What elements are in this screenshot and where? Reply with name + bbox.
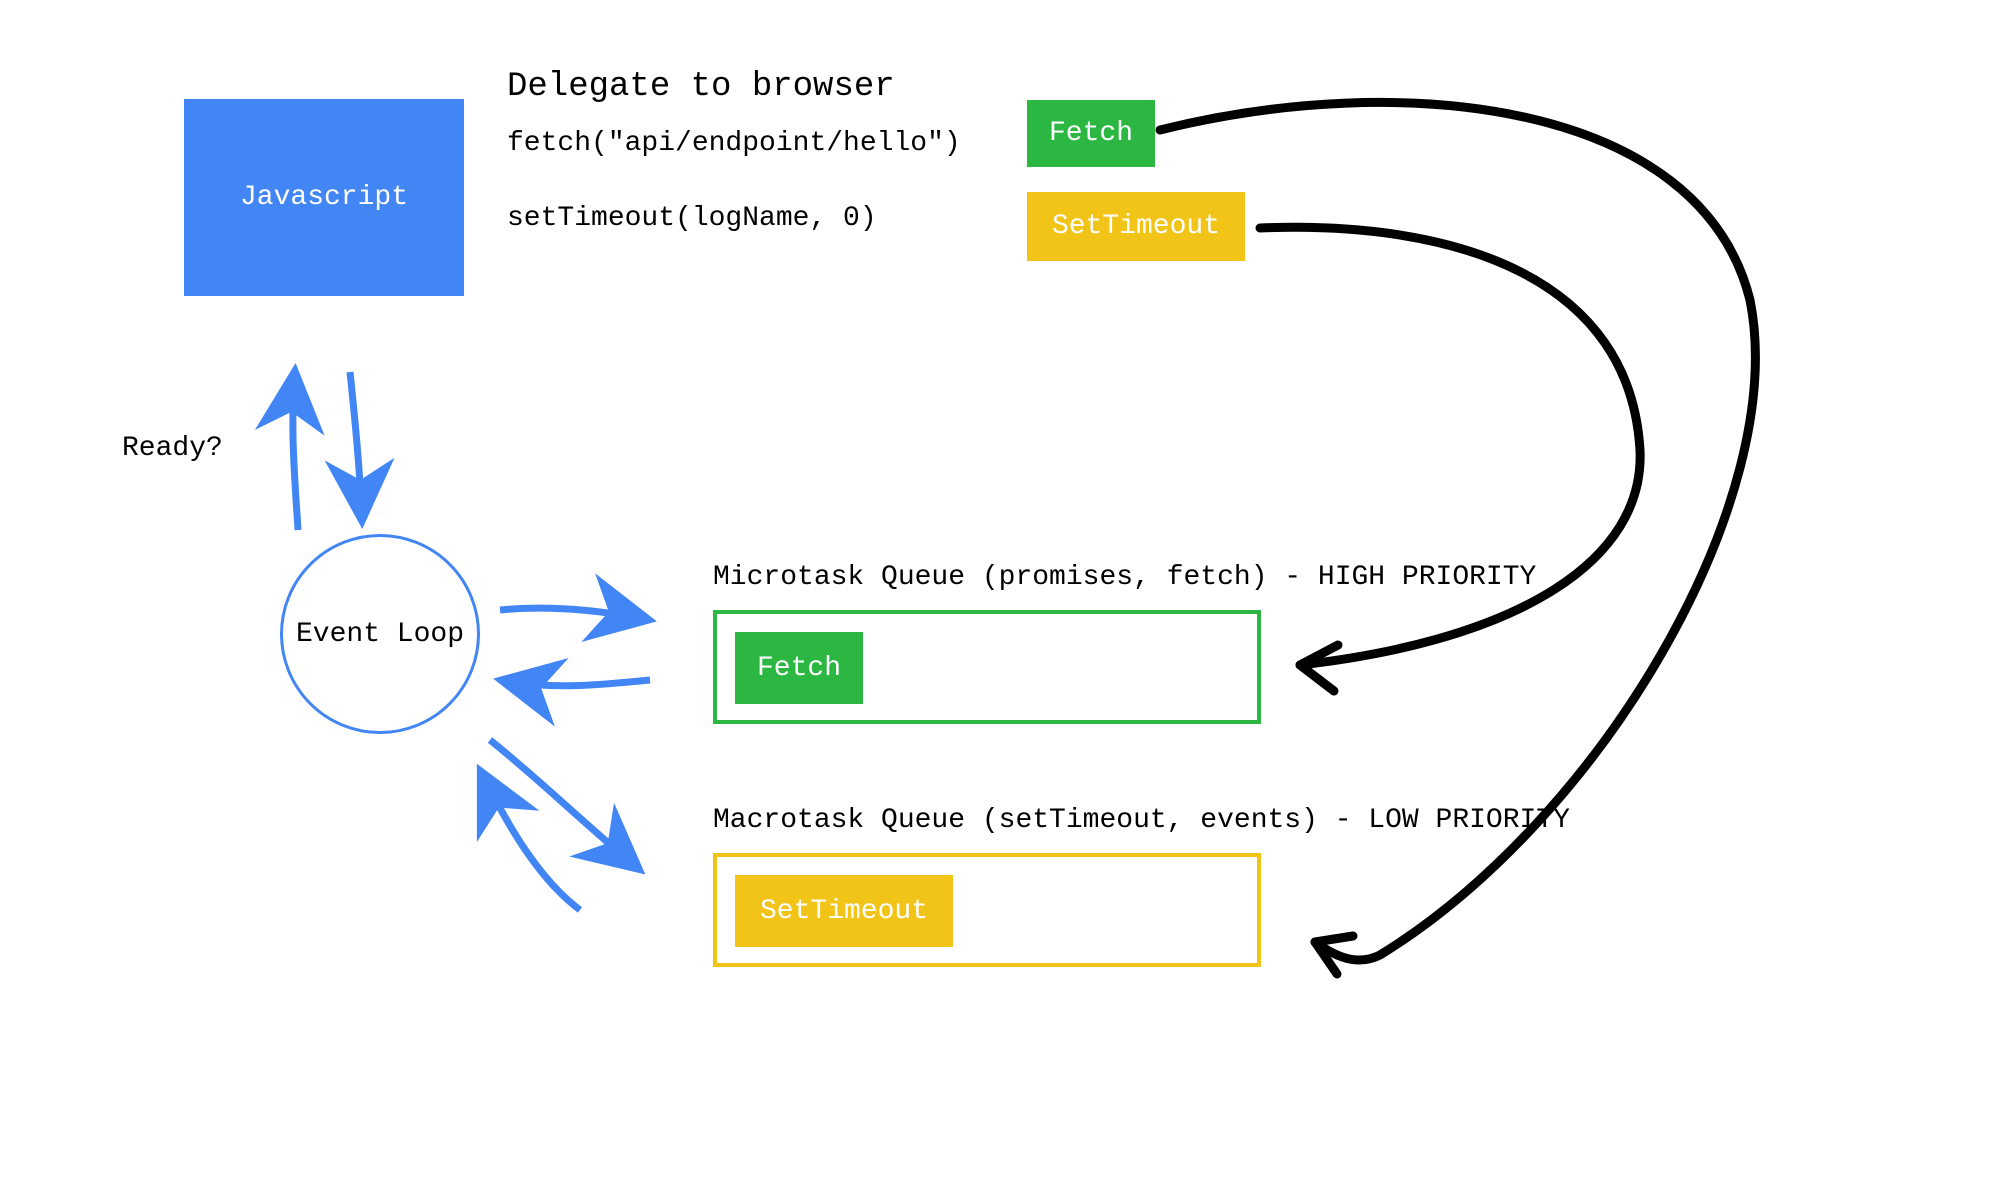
macrotask-queue-label: Macrotask Queue (setTimeout, events) - L… bbox=[713, 805, 1570, 836]
microtask-queue-label: Microtask Queue (promises, fetch) - HIGH… bbox=[713, 562, 1536, 593]
arrowhead-black-2 bbox=[1300, 645, 1338, 691]
arrow-settimeout-to-micro-curve bbox=[1260, 227, 1640, 665]
ready-label: Ready? bbox=[122, 433, 223, 464]
settimeout-delegate-block: SetTimeout bbox=[1027, 192, 1245, 261]
arrowhead-black-1 bbox=[1315, 936, 1353, 974]
arrow-js-to-eventloop bbox=[350, 372, 362, 522]
javascript-box: Javascript bbox=[184, 99, 464, 296]
macrotask-queue-box: SetTimeout bbox=[713, 853, 1261, 967]
macrotask-settimeout-item: SetTimeout bbox=[735, 875, 953, 947]
microtask-fetch-item: Fetch bbox=[735, 632, 863, 704]
microtask-queue-box: Fetch bbox=[713, 610, 1261, 724]
delegate-title: Delegate to browser bbox=[507, 68, 895, 106]
code-settimeout: setTimeout(logName, 0) bbox=[507, 203, 877, 234]
arrow-eventloop-to-js bbox=[293, 370, 298, 530]
fetch-delegate-block: Fetch bbox=[1027, 100, 1155, 167]
arrow-micro-to-eventloop bbox=[500, 680, 650, 686]
arrow-eventloop-to-macro bbox=[490, 740, 640, 870]
arrow-eventloop-to-micro bbox=[500, 608, 650, 620]
arrow-macro-to-eventloop bbox=[480, 770, 580, 910]
event-loop-circle: Event Loop bbox=[280, 534, 480, 734]
code-fetch: fetch("api/endpoint/hello") bbox=[507, 128, 961, 159]
